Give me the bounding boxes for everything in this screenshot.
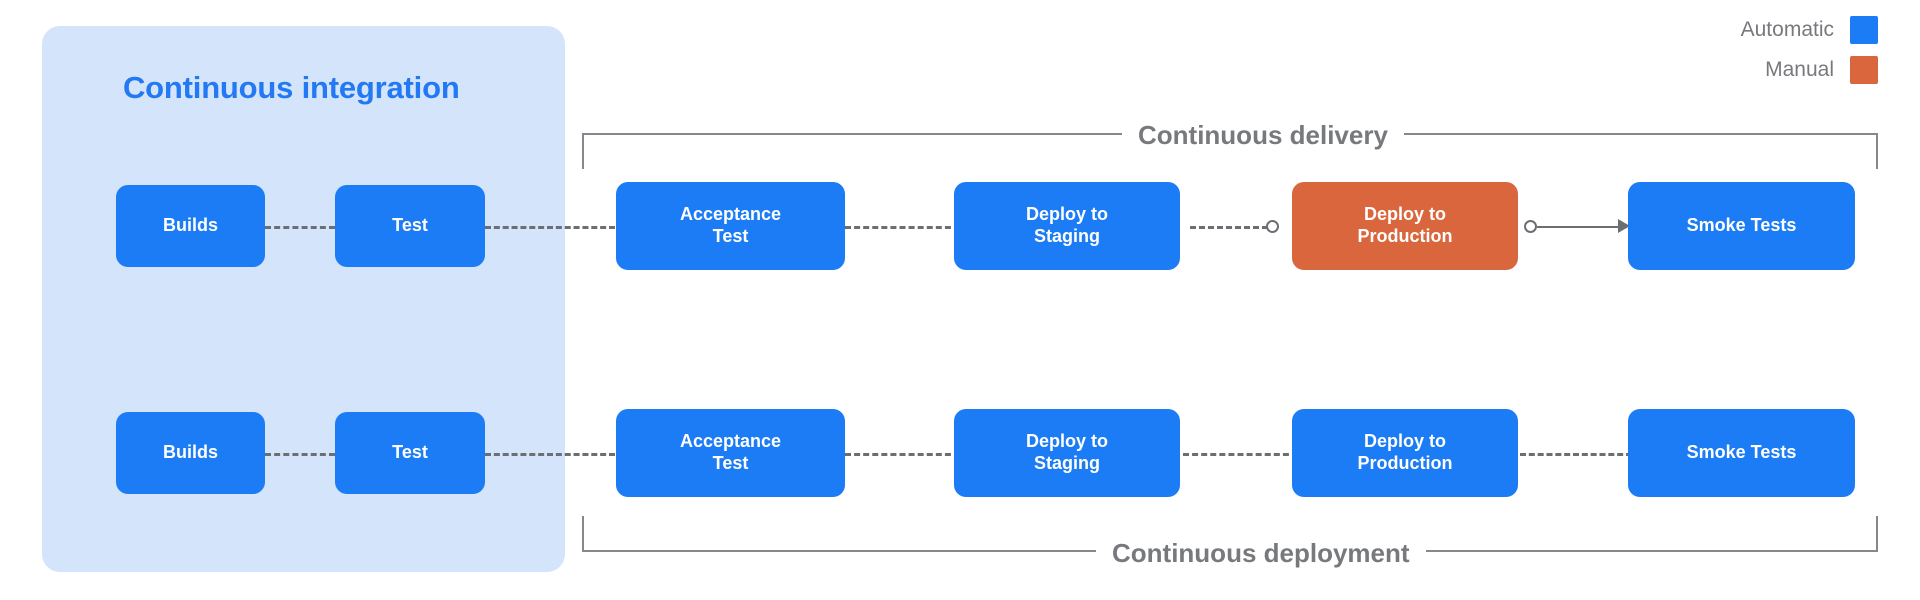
stage-label: Test [392, 215, 428, 236]
stage-label-line1: Acceptance [679, 431, 782, 452]
stage-label-line2: Test [712, 453, 749, 473]
stage-label: Builds [162, 215, 218, 236]
stage-label: Smoke Tests [1686, 442, 1797, 463]
manual-gate-icon-entry-row1[interactable] [1266, 220, 1279, 233]
stage-node-deploy-to-staging-row2[interactable]: Deploy to Staging [954, 409, 1180, 497]
stage-label-line2: Production [1357, 453, 1453, 473]
stage-label: Test [392, 442, 428, 463]
connector-staging-to-production-row1 [1190, 226, 1268, 229]
stage-label: Deploy to Production [1358, 204, 1453, 248]
stage-node-test-row2[interactable]: Test [335, 412, 485, 494]
stage-label-line2: Staging [1033, 453, 1100, 473]
stage-label-line2: Test [712, 226, 749, 246]
manual-gate-icon-exit-row1[interactable] [1524, 220, 1537, 233]
stage-label-line1: Deploy to [1363, 431, 1446, 452]
connector-staging-to-production-row2 [1183, 453, 1298, 456]
connector-acceptance-to-staging-row1 [845, 226, 960, 229]
stage-label: Deploy to Production [1358, 431, 1453, 475]
stage-node-acceptance-test-row2[interactable]: Acceptance Test [616, 409, 845, 497]
continuous-deployment-label: Continuous deployment [1096, 538, 1426, 569]
color-swatch-icon-manual [1850, 56, 1878, 84]
stage-node-smoke-tests-row2[interactable]: Smoke Tests [1628, 409, 1855, 497]
stage-node-deploy-to-production-row2[interactable]: Deploy to Production [1292, 409, 1518, 497]
connector-production-to-smoke-row2 [1520, 453, 1632, 456]
stage-label-line2: Production [1357, 226, 1453, 246]
stage-label: Acceptance Test [680, 431, 781, 475]
connector-production-to-smoke-row1 [1537, 226, 1620, 228]
continuous-delivery-label: Continuous delivery [1122, 120, 1404, 151]
continuous-integration-title: Continuous integration [123, 70, 460, 105]
stage-label: Smoke Tests [1686, 215, 1797, 236]
stage-node-builds-row1[interactable]: Builds [116, 185, 265, 267]
legend-item-manual: Manual [1765, 56, 1878, 84]
stage-label: Acceptance Test [680, 204, 781, 248]
stage-label: Deploy to Staging [1026, 431, 1108, 475]
stage-label-line1: Deploy to [1363, 204, 1446, 225]
color-swatch-icon-automatic [1850, 16, 1878, 44]
stage-label: Builds [162, 442, 218, 463]
stage-node-builds-row2[interactable]: Builds [116, 412, 265, 494]
legend-label-automatic: Automatic [1740, 18, 1834, 41]
stage-label-line1: Deploy to [1025, 204, 1108, 225]
stage-label-line1: Deploy to [1025, 431, 1108, 452]
stage-node-acceptance-test-row1[interactable]: Acceptance Test [616, 182, 845, 270]
legend-label-manual: Manual [1765, 58, 1834, 81]
connector-test-to-acceptance-row1 [485, 226, 615, 229]
connector-test-to-acceptance-row2 [485, 453, 615, 456]
diagram-canvas: Automatic Manual Continuous integration … [0, 0, 1920, 600]
stage-label-line1: Acceptance [679, 204, 782, 225]
connector-acceptance-to-staging-row2 [845, 453, 960, 456]
stage-node-deploy-to-production-row1[interactable]: Deploy to Production [1292, 182, 1518, 270]
stage-label: Deploy to Staging [1026, 204, 1108, 248]
connector-builds-to-test-row2 [265, 453, 335, 456]
stage-label-line2: Staging [1033, 226, 1100, 246]
legend-item-automatic: Automatic [1741, 16, 1878, 44]
connector-builds-to-test-row1 [265, 226, 335, 229]
stage-node-deploy-to-staging-row1[interactable]: Deploy to Staging [954, 182, 1180, 270]
stage-node-smoke-tests-row1[interactable]: Smoke Tests [1628, 182, 1855, 270]
stage-node-test-row1[interactable]: Test [335, 185, 485, 267]
